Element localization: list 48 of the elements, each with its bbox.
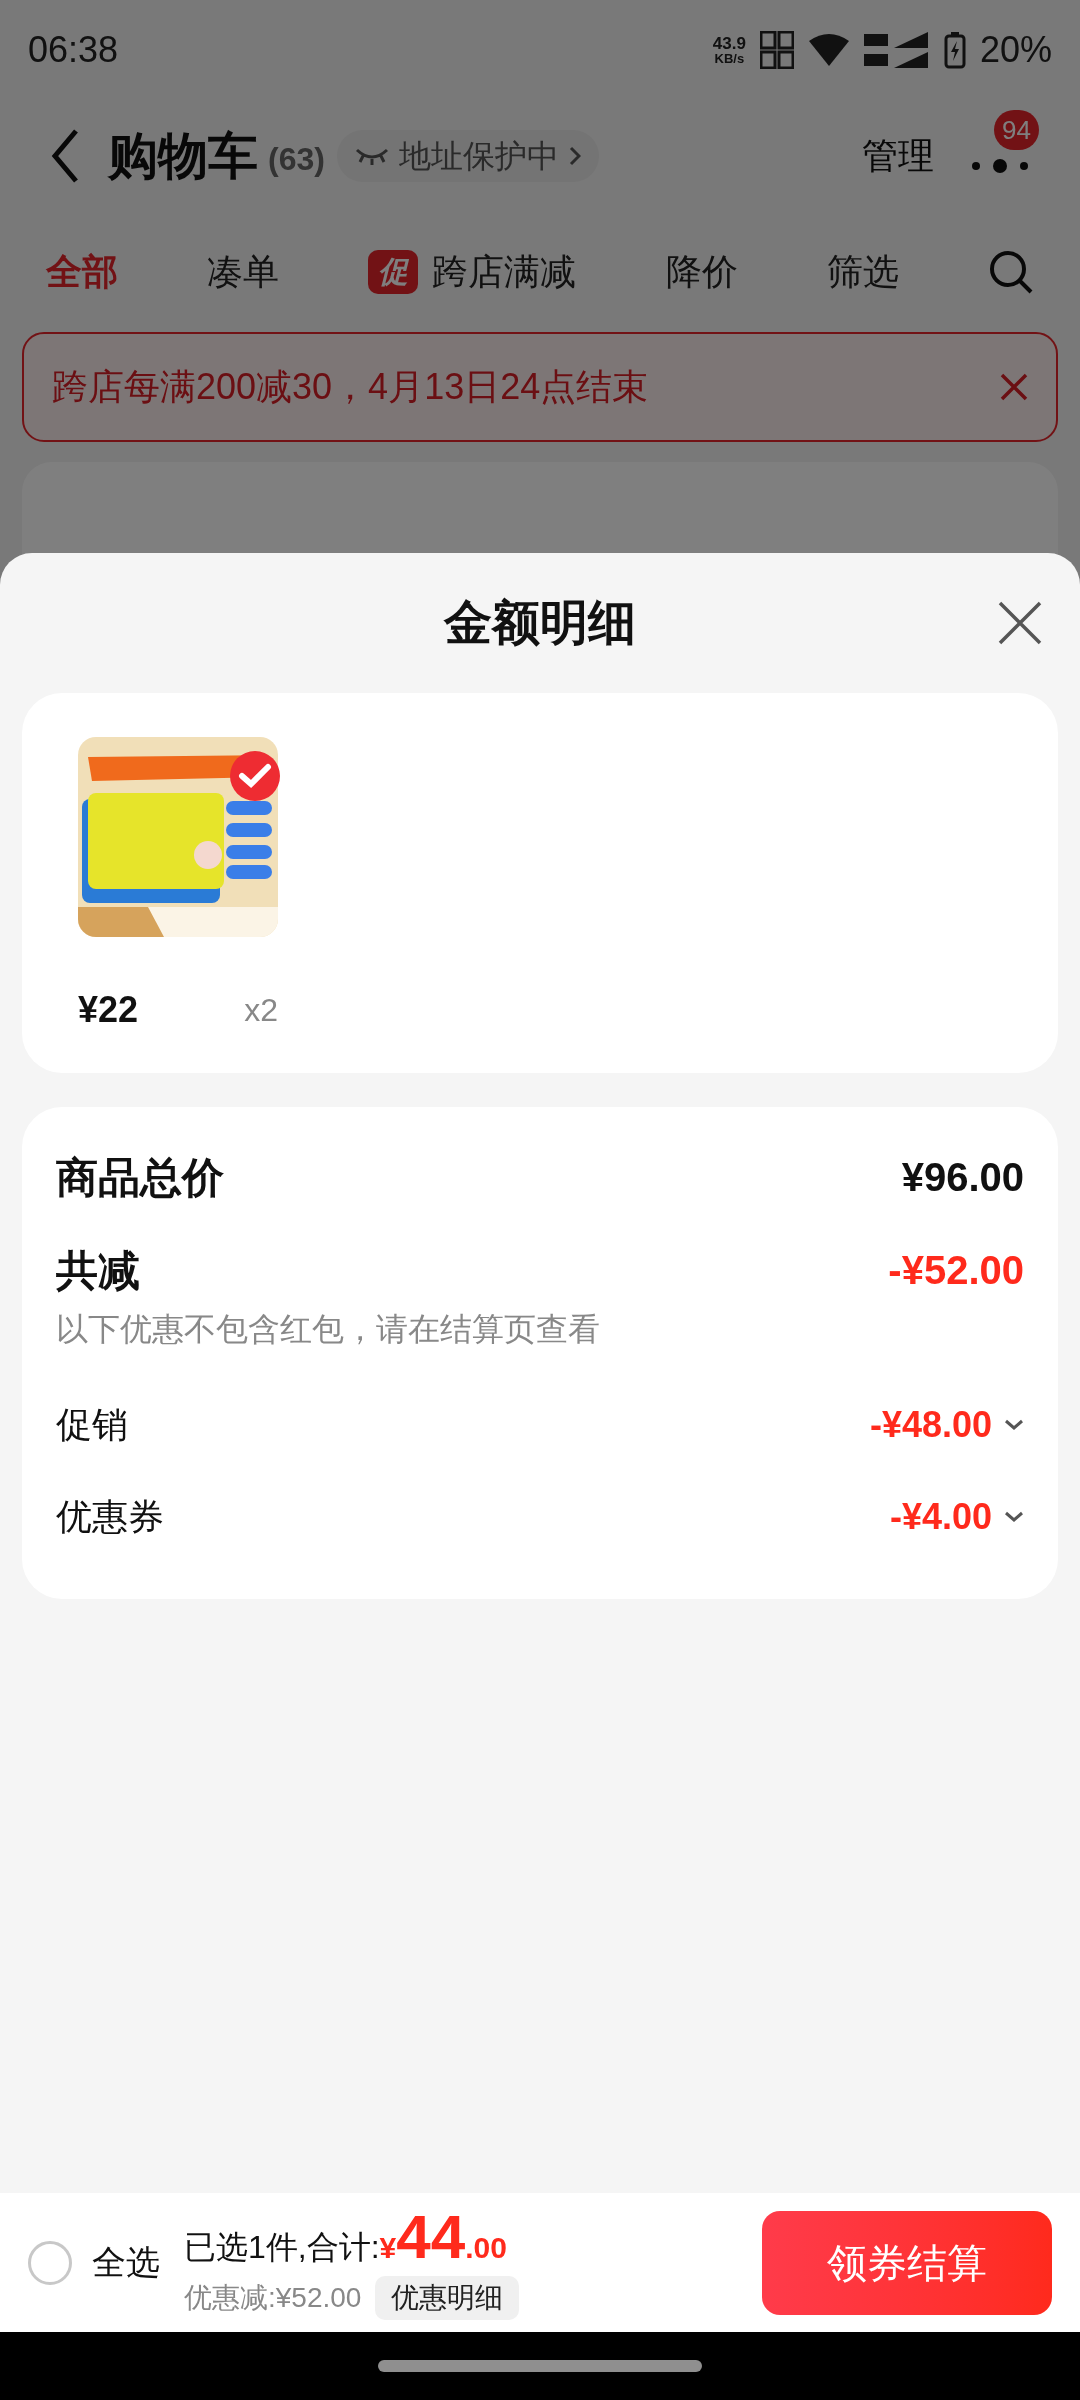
- close-icon[interactable]: [1000, 373, 1028, 401]
- promo-tag: 促: [368, 250, 419, 294]
- discount-detail-button[interactable]: 优惠明细: [375, 2275, 520, 2320]
- chevron-down-icon[interactable]: [1004, 1419, 1024, 1431]
- summary-note: 以下优惠不包含红包，请在结算页查看: [56, 1310, 601, 1349]
- chevron-right-icon: [568, 146, 581, 166]
- total-price: ¥44.00: [379, 2205, 507, 2268]
- discount-value: -¥48.00: [869, 1403, 992, 1447]
- summary-label: 商品总价: [56, 1152, 224, 1203]
- status-time: 06:38: [28, 28, 119, 72]
- address-protection-badge[interactable]: 地址保护中: [336, 130, 599, 182]
- wifi-icon: [807, 33, 850, 67]
- back-icon[interactable]: [50, 128, 80, 184]
- signal-icon: [863, 30, 930, 70]
- item-quantity: x2: [244, 991, 278, 1030]
- total-label: 已选1件,合计:: [184, 2230, 380, 2263]
- net-speed: 43.9: [712, 35, 746, 52]
- savings-text: 优惠减:¥52.00: [184, 2280, 362, 2315]
- battery-icon: [943, 31, 966, 69]
- sim-icon: [759, 31, 794, 69]
- page-title: 购物车: [108, 126, 258, 186]
- filter-tab[interactable]: 凑单: [207, 245, 280, 299]
- close-icon[interactable]: [998, 601, 1042, 645]
- more-icon[interactable]: [970, 158, 1030, 174]
- filter-tab[interactable]: 全部: [46, 245, 118, 299]
- discount-label: 优惠券: [56, 1495, 164, 1539]
- filter-tab[interactable]: 筛选: [826, 245, 899, 299]
- checkout-button[interactable]: 领券结算: [762, 2210, 1052, 2315]
- summary-value: ¥96.00: [901, 1154, 1024, 1201]
- notification-badge: 94: [994, 110, 1039, 150]
- discount-value: -¥4.00: [889, 1495, 992, 1539]
- summary-label: 共减: [56, 1245, 140, 1296]
- cart-count: (63): [268, 140, 325, 179]
- chevron-down-icon[interactable]: [1004, 1511, 1024, 1523]
- net-unit: KB/s: [714, 52, 745, 65]
- discount-value: -¥52.00: [888, 1247, 1024, 1294]
- checkmark-icon[interactable]: [230, 751, 280, 801]
- promo-banner: 跨店每满200减30，4月13日24点结束: [22, 332, 1058, 442]
- item-price: ¥22: [78, 988, 139, 1032]
- discount-label: 促销: [56, 1403, 128, 1447]
- sheet-title: 金额明细: [444, 595, 636, 651]
- filter-tab[interactable]: 降价: [665, 245, 738, 299]
- manage-link[interactable]: 管理: [862, 129, 934, 183]
- search-icon[interactable]: [987, 249, 1034, 295]
- closed-eye-icon: [354, 146, 389, 166]
- battery-level: 20%: [979, 28, 1052, 72]
- select-all-checkbox[interactable]: 全选: [28, 2237, 160, 2288]
- filter-tab[interactable]: 促 跨店满减: [368, 245, 577, 299]
